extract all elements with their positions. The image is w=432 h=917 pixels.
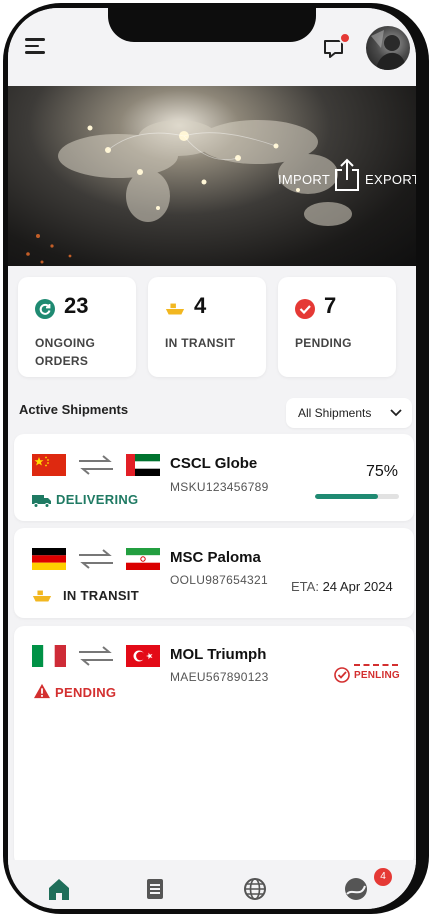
notification-dot [339, 32, 351, 44]
chat-icon[interactable] [322, 32, 351, 60]
vessel-name: MSC Paloma [170, 549, 261, 566]
route-arrows-icon [79, 455, 113, 475]
iran-flag [126, 548, 160, 570]
avatar[interactable] [366, 26, 410, 70]
vessel-name: CSCL Globe [170, 455, 258, 472]
chevron-down-icon [390, 409, 402, 417]
stat-card-in-transit[interactable]: 4 IN TRANSIT [148, 277, 266, 377]
phone-frame: IMPORT EXPORT 23 ONGOING ORDERS 4 IN TRA… [0, 0, 432, 917]
container-code: MAEU567890123 [170, 670, 269, 684]
shipment-status: IN TRANSIT [63, 588, 139, 603]
ship-icon [32, 590, 52, 602]
export-button[interactable]: EXPORT [365, 172, 416, 187]
profile-icon[interactable] [343, 876, 369, 902]
route-arrows-icon [79, 646, 113, 666]
progress-fill [315, 494, 378, 499]
turkey-flag [126, 645, 160, 667]
shipment-status: PENDING [55, 685, 117, 700]
document-icon[interactable] [142, 876, 168, 902]
eta: ETA: 24 Apr 2024 [291, 579, 393, 594]
stamp-line [354, 664, 398, 668]
check-circle-icon [334, 667, 350, 683]
eta-label: ETA: [291, 579, 319, 594]
refresh-icon [35, 299, 55, 319]
pending-stamp: PENLING [334, 664, 400, 688]
bottom-navigation [8, 860, 416, 909]
stamp-text: PENLING [354, 670, 400, 681]
shipments-filter-dropdown[interactable]: All Shipments [286, 398, 412, 428]
menu-icon[interactable] [25, 38, 45, 54]
section-title: Active Shipments [19, 402, 129, 417]
check-circle-icon [295, 299, 315, 319]
phone-notch [108, 8, 316, 42]
germany-flag [32, 548, 66, 570]
notification-badge: 4 [374, 868, 392, 886]
shipment-card[interactable] [14, 434, 414, 521]
globe-icon[interactable] [242, 876, 268, 902]
warning-icon [34, 683, 50, 699]
stat-card-ongoing[interactable]: 23 ONGOING ORDERS [18, 277, 136, 377]
route-arrows-icon [79, 549, 113, 569]
progress-percent: 75% [366, 463, 399, 480]
stat-value: 23 [64, 293, 89, 318]
stat-card-pending[interactable]: 7 PENDING [278, 277, 396, 377]
container-code: MSKU123456789 [170, 480, 269, 494]
stat-label: ONGOING ORDERS [35, 336, 96, 368]
stat-label: IN TRANSIT [165, 336, 236, 350]
export-icon[interactable] [334, 158, 360, 192]
stat-value: 4 [194, 293, 207, 318]
container-code: OOLU987654321 [170, 573, 268, 587]
stat-label: PENDING [295, 336, 352, 350]
import-button[interactable]: IMPORT [278, 172, 330, 187]
shipment-status: DELIVERING [56, 492, 139, 507]
stats-row: 23 ONGOING ORDERS 4 IN TRANSIT 7 PENDING [18, 277, 408, 377]
ship-icon [165, 303, 185, 315]
truck-icon [32, 495, 51, 508]
vessel-name: MOL Triumph [170, 646, 267, 663]
hero-banner: IMPORT EXPORT [8, 86, 416, 266]
china-flag [32, 454, 66, 476]
home-icon[interactable] [46, 876, 72, 902]
italy-flag [32, 645, 66, 667]
filter-value: All Shipments [298, 406, 372, 420]
stat-value: 7 [324, 293, 337, 318]
uae-flag [126, 454, 160, 476]
progress-bar [315, 494, 399, 499]
eta-value: 24 Apr 2024 [322, 579, 393, 594]
app-screen: IMPORT EXPORT 23 ONGOING ORDERS 4 IN TRA… [8, 8, 416, 909]
